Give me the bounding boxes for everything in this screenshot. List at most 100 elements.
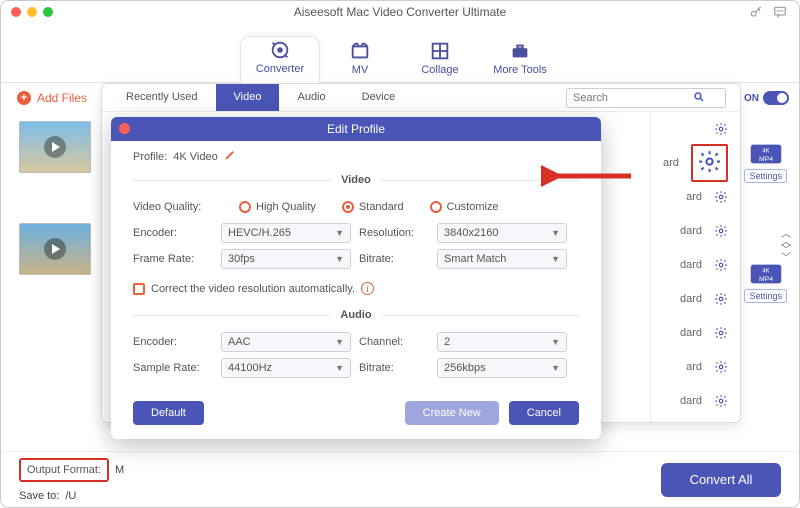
- abitrate-label: Bitrate:: [359, 362, 429, 374]
- search-icon[interactable]: [693, 91, 705, 106]
- quality-custom-radio[interactable]: Customize: [430, 201, 499, 213]
- play-icon[interactable]: [44, 238, 66, 260]
- abitrate-select[interactable]: 256kbps▼: [437, 358, 567, 378]
- format-row-label: dard: [680, 293, 702, 305]
- feedback-icon[interactable]: [773, 5, 787, 22]
- section-video-label: Video: [331, 174, 381, 186]
- encoder-label: Encoder:: [133, 227, 213, 239]
- file-list: [19, 121, 91, 325]
- plus-icon: +: [17, 91, 31, 105]
- format-row-label: dard: [680, 395, 702, 407]
- format-right-column: ard ard dard dard dard dard ard dard: [650, 112, 740, 422]
- gear-icon[interactable]: [714, 360, 728, 374]
- svg-text:4K: 4K: [762, 148, 769, 154]
- aencoder-select[interactable]: AAC▼: [221, 332, 351, 352]
- format-search[interactable]: [566, 88, 726, 108]
- chevron-down-icon: ▼: [335, 254, 344, 264]
- gear-icon[interactable]: [714, 394, 728, 408]
- format-row-label: dard: [680, 225, 702, 237]
- quality-standard-radio[interactable]: Standard: [342, 201, 404, 213]
- bitrate-label: Bitrate:: [359, 253, 429, 265]
- main-tabs: Converter MV Collage More Tools: [1, 23, 799, 83]
- samplerate-label: Sample Rate:: [133, 362, 213, 374]
- quality-high-radio[interactable]: High Quality: [239, 201, 316, 213]
- format-tab-recent[interactable]: Recently Used: [108, 84, 216, 111]
- settings-link[interactable]: Settings: [744, 169, 787, 183]
- video-quality-label: Video Quality:: [133, 201, 213, 213]
- gear-icon[interactable]: [714, 326, 728, 340]
- chevron-down-icon: ▼: [551, 254, 560, 264]
- tab-more-tools[interactable]: More Tools: [480, 38, 560, 82]
- collage-icon: [400, 38, 480, 64]
- default-button[interactable]: Default: [133, 401, 204, 425]
- svg-text:4K: 4K: [762, 268, 769, 274]
- framerate-label: Frame Rate:: [133, 253, 213, 265]
- toggle-on-label: ON: [744, 93, 759, 104]
- auto-resolution-label: Correct the video resolution automatical…: [151, 283, 355, 295]
- format-row-label: dard: [680, 327, 702, 339]
- save-to-value[interactable]: /U: [65, 490, 76, 502]
- channel-select[interactable]: 2▼: [437, 332, 567, 352]
- format-row-label: dard: [680, 259, 702, 271]
- encoder-select[interactable]: HEVC/H.265▼: [221, 223, 351, 243]
- mp4-icon: 4KMP4: [749, 261, 783, 287]
- edit-icon[interactable]: [224, 149, 236, 164]
- profile-label: Profile:: [133, 151, 167, 163]
- channel-label: Channel:: [359, 336, 429, 348]
- resolution-label: Resolution:: [359, 227, 429, 239]
- tab-converter-label: Converter: [241, 63, 319, 75]
- chevron-down-icon: ▼: [551, 363, 560, 373]
- aencoder-label: Encoder:: [133, 336, 213, 348]
- window-title: Aiseesoft Mac Video Converter Ultimate: [1, 5, 799, 19]
- settings-link[interactable]: Settings: [744, 289, 787, 303]
- samplerate-select[interactable]: 44100Hz▼: [221, 358, 351, 378]
- gear-icon[interactable]: [714, 122, 728, 136]
- file-thumbnail[interactable]: [19, 121, 91, 173]
- auto-resolution-checkbox[interactable]: [133, 283, 145, 295]
- close-icon[interactable]: [119, 123, 130, 134]
- dialog-footer: Default Create New Cancel: [111, 393, 601, 439]
- file-thumbnail[interactable]: [19, 223, 91, 275]
- format-tab-video[interactable]: Video: [216, 84, 280, 111]
- output-format-shortcut[interactable]: 4KMP4 Settings: [744, 141, 787, 183]
- create-new-button[interactable]: Create New: [405, 401, 499, 425]
- gear-icon[interactable]: [697, 165, 722, 177]
- edit-profile-dialog: Edit Profile Profile: 4K Video Video Vid…: [111, 117, 601, 439]
- chevron-down-icon: ▼: [551, 228, 560, 238]
- key-icon[interactable]: [749, 5, 763, 22]
- toggle-switch-icon[interactable]: [763, 91, 789, 105]
- format-tab-device[interactable]: Device: [344, 84, 414, 111]
- bottom-bar: Output Format: M Save to: /U Convert All: [1, 451, 799, 507]
- format-row-label: ard: [686, 191, 702, 203]
- tab-more-tools-label: More Tools: [480, 64, 560, 76]
- framerate-select[interactable]: 30fps▼: [221, 249, 351, 269]
- tab-mv[interactable]: MV: [320, 38, 400, 82]
- tab-converter[interactable]: Converter: [240, 36, 320, 83]
- convert-all-button[interactable]: Convert All: [661, 463, 781, 497]
- mp4-icon: 4KMP4: [749, 141, 783, 167]
- output-format-shortcut[interactable]: 4KMP4 Settings: [744, 261, 787, 303]
- section-audio-label: Audio: [330, 309, 381, 321]
- profile-name: 4K Video: [173, 151, 217, 163]
- cancel-button[interactable]: Cancel: [509, 401, 579, 425]
- info-icon[interactable]: i: [361, 282, 374, 295]
- gear-icon[interactable]: [714, 258, 728, 272]
- save-to-label: Save to:: [19, 490, 59, 502]
- gear-icon[interactable]: [714, 292, 728, 306]
- tab-collage-label: Collage: [400, 64, 480, 76]
- chevron-down-icon: ▼: [335, 337, 344, 347]
- chevron-down-icon: ▼: [335, 228, 344, 238]
- mv-icon: [320, 38, 400, 64]
- output-format-value[interactable]: M: [115, 464, 124, 476]
- resolution-select[interactable]: 3840x2160▼: [437, 223, 567, 243]
- add-files-button[interactable]: + Add Files: [17, 91, 87, 105]
- gear-icon[interactable]: [714, 190, 728, 204]
- bitrate-select[interactable]: Smart Match▼: [437, 249, 567, 269]
- svg-text:MP4: MP4: [759, 156, 773, 163]
- profile-line: Profile: 4K Video: [133, 149, 579, 170]
- gear-icon[interactable]: [714, 224, 728, 238]
- search-input[interactable]: [573, 92, 693, 104]
- play-icon[interactable]: [44, 136, 66, 158]
- format-tab-audio[interactable]: Audio: [279, 84, 343, 111]
- tab-collage[interactable]: Collage: [400, 38, 480, 82]
